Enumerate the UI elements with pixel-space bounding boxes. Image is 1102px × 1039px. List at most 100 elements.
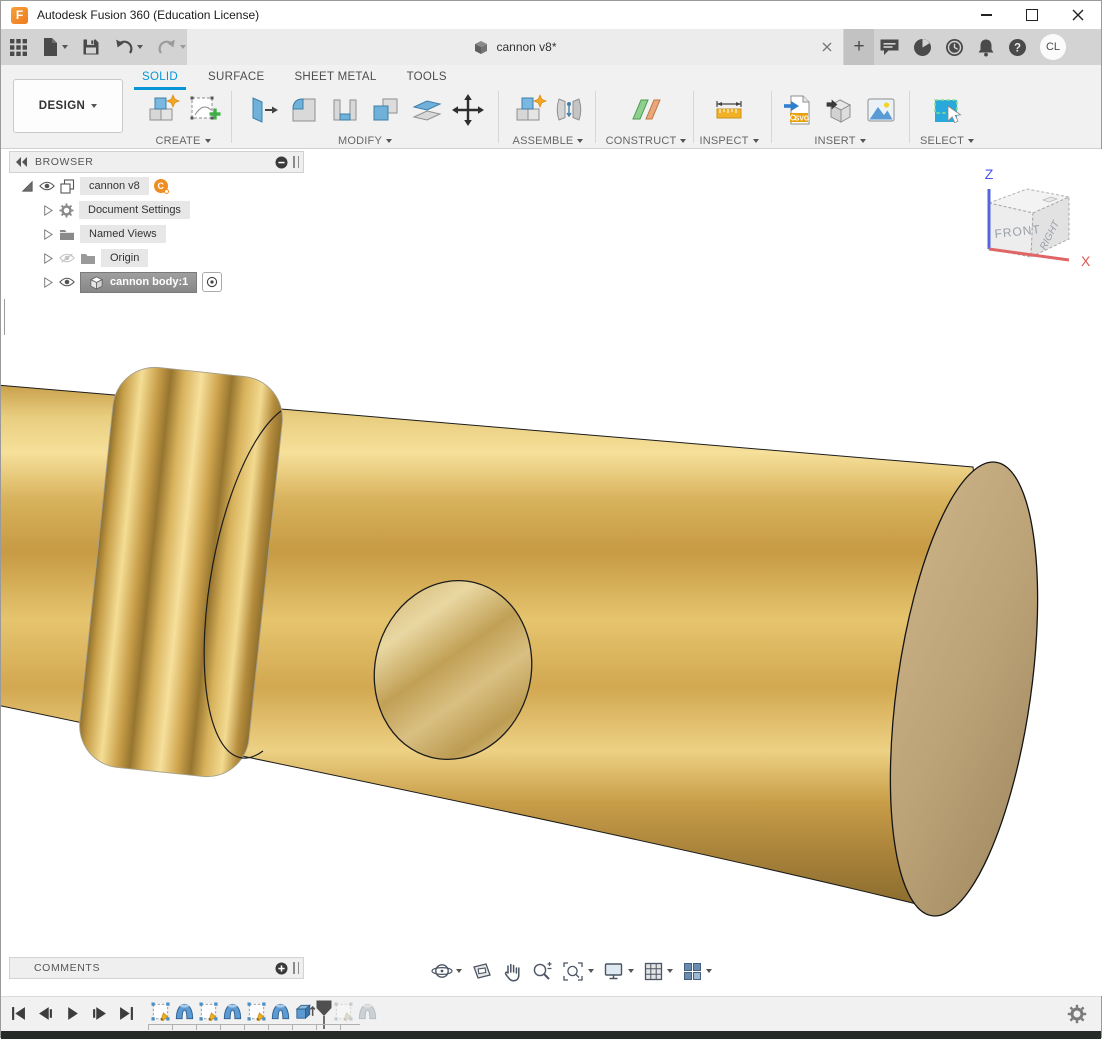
group-assemble-label[interactable]: ASSEMBLE [513,135,584,147]
extensions-button[interactable] [913,38,932,57]
tab-surface[interactable]: SURFACE [206,69,266,88]
comments-panel-header[interactable]: COMMENTS [9,957,304,979]
document-settings-label[interactable]: Document Settings [79,201,190,219]
ribbon-separator [771,91,772,143]
job-status-button[interactable] [945,38,964,57]
new-document-tab-button[interactable]: + [844,29,874,65]
insert-svg-icon[interactable]: SVG [782,93,816,127]
add-comment-icon[interactable] [275,962,288,975]
origin-label[interactable]: Origin [101,249,148,267]
tab-sheet-metal[interactable]: SHEET METAL [292,69,378,88]
orbit-button[interactable] [431,960,462,982]
joint-icon[interactable] [554,93,584,127]
new-component-icon[interactable] [513,93,547,127]
construction-plane-icon[interactable] [628,93,664,127]
offset-face-icon[interactable] [410,93,444,127]
step-back-button[interactable] [38,1006,53,1021]
file-menu-button[interactable] [40,35,70,59]
browser-row-cannon-body[interactable]: cannon body:1 [41,271,304,293]
named-views-label[interactable]: Named Views [80,225,166,243]
notifications-button[interactable] [977,38,995,57]
look-at-button[interactable] [471,961,493,981]
minimize-button[interactable] [963,1,1009,29]
visibility-eye-icon[interactable] [59,276,75,288]
group-modify-label[interactable]: MODIFY [338,135,392,147]
feature-revolve-3[interactable] [269,1000,292,1023]
viewports-button[interactable] [682,961,712,982]
feature-sketch-2[interactable] [197,1000,220,1023]
select-window-icon[interactable] [929,92,965,128]
pan-button[interactable] [502,961,522,982]
panel-drag-grip[interactable] [293,962,299,974]
feature-revolve-1[interactable] [173,1000,196,1023]
collapsed-arrow-icon[interactable] [41,204,54,217]
feature-extrude-1[interactable] [293,1000,316,1023]
insert-derive-icon[interactable] [823,93,857,127]
zoom-button[interactable] [531,961,553,982]
maximize-button[interactable] [1009,1,1055,29]
group-inspect-label[interactable]: INSPECT [699,135,758,147]
selection-target-button[interactable] [202,272,222,292]
combine-icon[interactable] [369,93,403,127]
redo-button[interactable] [155,36,188,58]
measure-icon[interactable] [711,93,747,127]
collapse-panel-icon[interactable] [15,156,29,168]
group-insert-label[interactable]: INSERT [814,135,865,147]
canvas-image-icon[interactable] [864,93,898,127]
navigation-toolbar [431,957,712,985]
collapsed-arrow-icon[interactable] [41,252,54,265]
close-button[interactable] [1055,1,1101,29]
move-copy-icon[interactable] [451,93,485,127]
collapsed-arrow-icon[interactable] [41,228,54,241]
press-pull-icon[interactable] [246,93,280,127]
collapse-tree-icon[interactable] [275,156,288,169]
selected-body-row[interactable]: cannon body:1 [80,272,197,293]
new-body-icon[interactable] [146,93,180,127]
cannon-body[interactable] [1,363,1062,925]
root-component-label[interactable]: cannon v8 [80,177,149,195]
timeline-settings-button[interactable] [1067,1004,1087,1024]
fit-button[interactable] [562,961,594,982]
view-cube[interactable]: FRONT RIGHT Z X [969,161,1099,273]
help-button[interactable]: ? [1008,38,1027,57]
browser-row-named-views[interactable]: Named Views [41,223,304,245]
layout-grid-button[interactable] [643,961,673,982]
feature-revolve-2[interactable] [221,1000,244,1023]
document-tab[interactable]: cannon v8* [187,29,843,65]
comment-button[interactable] [879,38,900,57]
panel-drag-grip[interactable] [293,156,299,168]
account-avatar[interactable]: CL [1040,34,1066,60]
feature-sketch-3[interactable] [245,1000,268,1023]
group-construct-label[interactable]: CONSTRUCT [606,135,687,147]
save-button[interactable] [80,36,102,58]
tab-solid[interactable]: SOLID [140,69,180,88]
feature-sketch-1[interactable] [149,1000,172,1023]
create-sketch-icon[interactable] [187,93,221,127]
fillet-icon[interactable] [287,93,321,127]
go-to-end-button[interactable] [119,1006,134,1021]
browser-row-origin[interactable]: Origin [41,247,304,269]
expanded-arrow-icon[interactable] [21,180,34,193]
browser-row-document-settings[interactable]: Document Settings [41,199,304,221]
shell-icon[interactable] [328,93,362,127]
group-select-label[interactable]: SELECT [920,135,974,147]
tab-tools[interactable]: TOOLS [405,69,449,88]
workspace-selector[interactable]: DESIGN [13,79,123,133]
visibility-off-icon[interactable] [59,252,75,264]
visibility-eye-icon[interactable] [39,180,55,192]
collapsed-arrow-icon[interactable] [41,276,54,289]
document-tab-close-button[interactable] [819,39,835,55]
viewport-canvas[interactable]: BROWSER cannon v8 [1,149,1102,996]
feature-sketch-suppressed[interactable] [332,1000,355,1023]
undo-button[interactable] [112,36,145,58]
hub-status-badge[interactable]: C [154,179,168,193]
display-settings-button[interactable] [603,961,634,981]
browser-header[interactable]: BROWSER [9,151,304,173]
feature-revolve-suppressed[interactable] [356,1000,379,1023]
browser-row-root[interactable]: cannon v8 C [21,175,304,197]
step-forward-button[interactable] [92,1006,107,1021]
go-to-start-button[interactable] [11,1006,26,1021]
play-button[interactable] [65,1006,80,1021]
app-grid-button[interactable] [7,36,30,59]
group-create-label[interactable]: CREATE [155,135,210,147]
